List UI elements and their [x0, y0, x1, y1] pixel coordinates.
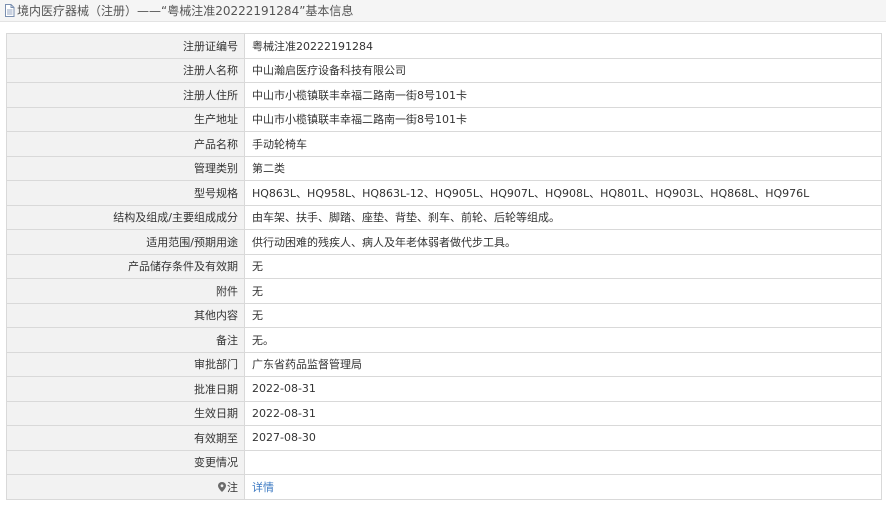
- row-value: 手动轮椅车: [244, 131, 882, 157]
- row-label: 变更情况: [6, 449, 245, 475]
- row-label: 型号规格: [6, 180, 245, 206]
- table-row: 产品储存条件及有效期无: [6, 253, 882, 279]
- row-value: 中山市小榄镇联丰幸福二路南一街8号101卡: [244, 82, 882, 108]
- row-label-note: 注: [6, 474, 245, 500]
- row-value: 供行动困难的残疾人、病人及年老体弱者做代步工具。: [244, 229, 882, 255]
- document-icon: [4, 4, 15, 17]
- page: 境内医疗器械（注册）——“粤械注准20222191284”基本信息 注册证编号粤…: [0, 0, 886, 521]
- table-row: 变更情况: [6, 449, 882, 475]
- table-row: 型号规格 HQ863L、HQ958L、HQ863L-12、HQ905L、HQ907…: [6, 180, 882, 206]
- table-row: 附件无: [6, 278, 882, 304]
- row-label: 产品名称: [6, 131, 245, 157]
- detail-link[interactable]: 详情: [252, 481, 274, 494]
- table-row: 其他内容无: [6, 302, 882, 328]
- row-value: 由车架、扶手、脚踏、座垫、背垫、刹车、前轮、后轮等组成。: [244, 204, 882, 230]
- row-label: 产品储存条件及有效期: [6, 253, 245, 279]
- row-value: [244, 449, 882, 475]
- table-row: 有效期至 2027-08-30: [6, 425, 882, 451]
- row-value: 中山市小榄镇联丰幸福二路南一街8号101卡: [244, 106, 882, 132]
- map-pin-icon: [218, 481, 226, 492]
- title-bar: 境内医疗器械（注册）——“粤械注准20222191284”基本信息: [0, 0, 886, 22]
- table-row: 批准日期 2022-08-31: [6, 376, 882, 402]
- row-value: 广东省药品监督管理局: [244, 351, 882, 377]
- info-table: 注册证编号 粤械注准20222191284 注册人名称 中山瀚启医疗设备科技有限公司注…: [6, 33, 882, 500]
- row-value: 2022-08-31: [244, 400, 882, 426]
- row-label: 管理类别: [6, 155, 245, 181]
- info-table-body: 注册证编号 粤械注准20222191284 注册人名称 中山瀚启医疗设备科技有限公司注…: [6, 33, 882, 475]
- row-value: 2022-08-31: [244, 376, 882, 402]
- row-value: 中山瀚启医疗设备科技有限公司: [244, 57, 882, 83]
- row-label: 生效日期: [6, 400, 245, 426]
- row-value: 无: [244, 278, 882, 304]
- table-row-note: 注 详情: [6, 474, 882, 500]
- table-row: 注册人住所 中山市小榄镇联丰幸福二路南一街8号101卡: [6, 82, 882, 108]
- row-value: 无。: [244, 327, 882, 353]
- table-row: 管理类别 第二类: [6, 155, 882, 181]
- row-label: 有效期至: [6, 425, 245, 451]
- row-label: 备注: [6, 327, 245, 353]
- row-value: HQ863L、HQ958L、HQ863L-12、HQ905L、HQ907L、HQ…: [244, 180, 882, 206]
- row-label: 注册人住所: [6, 82, 245, 108]
- row-value-note: 详情: [244, 474, 882, 500]
- table-row: 结构及组成/主要组成成分 由车架、扶手、脚踏、座垫、背垫、刹车、前轮、后轮等组成。: [6, 204, 882, 230]
- row-label: 结构及组成/主要组成成分: [6, 204, 245, 230]
- row-label: 注册人名称: [6, 57, 245, 83]
- row-value: 无: [244, 253, 882, 279]
- table-row: 适用范围/预期用途 供行动困难的残疾人、病人及年老体弱者做代步工具。: [6, 229, 882, 255]
- table-row: 注册证编号 粤械注准20222191284: [6, 33, 882, 59]
- row-label: 适用范围/预期用途: [6, 229, 245, 255]
- table-row: 注册人名称 中山瀚启医疗设备科技有限公司: [6, 57, 882, 83]
- row-value: 粤械注准20222191284: [244, 33, 882, 59]
- note-row-body: 注 详情: [6, 474, 882, 500]
- row-value: 第二类: [244, 155, 882, 181]
- row-label: 附件: [6, 278, 245, 304]
- row-label: 其他内容: [6, 302, 245, 328]
- row-value: 2027-08-30: [244, 425, 882, 451]
- row-label: 生产地址: [6, 106, 245, 132]
- table-row: 生产地址 中山市小榄镇联丰幸福二路南一街8号101卡: [6, 106, 882, 132]
- page-title: 境内医疗器械（注册）——“粤械注准20222191284”基本信息: [17, 4, 354, 18]
- table-row: 生效日期 2022-08-31: [6, 400, 882, 426]
- table-row: 备注 无。: [6, 327, 882, 353]
- table-row: 产品名称 手动轮椅车: [6, 131, 882, 157]
- table-row: 审批部门 广东省药品监督管理局: [6, 351, 882, 377]
- note-label-text: 注: [227, 480, 238, 494]
- row-value: 无: [244, 302, 882, 328]
- row-label: 批准日期: [6, 376, 245, 402]
- row-label: 注册证编号: [6, 33, 245, 59]
- row-label: 审批部门: [6, 351, 245, 377]
